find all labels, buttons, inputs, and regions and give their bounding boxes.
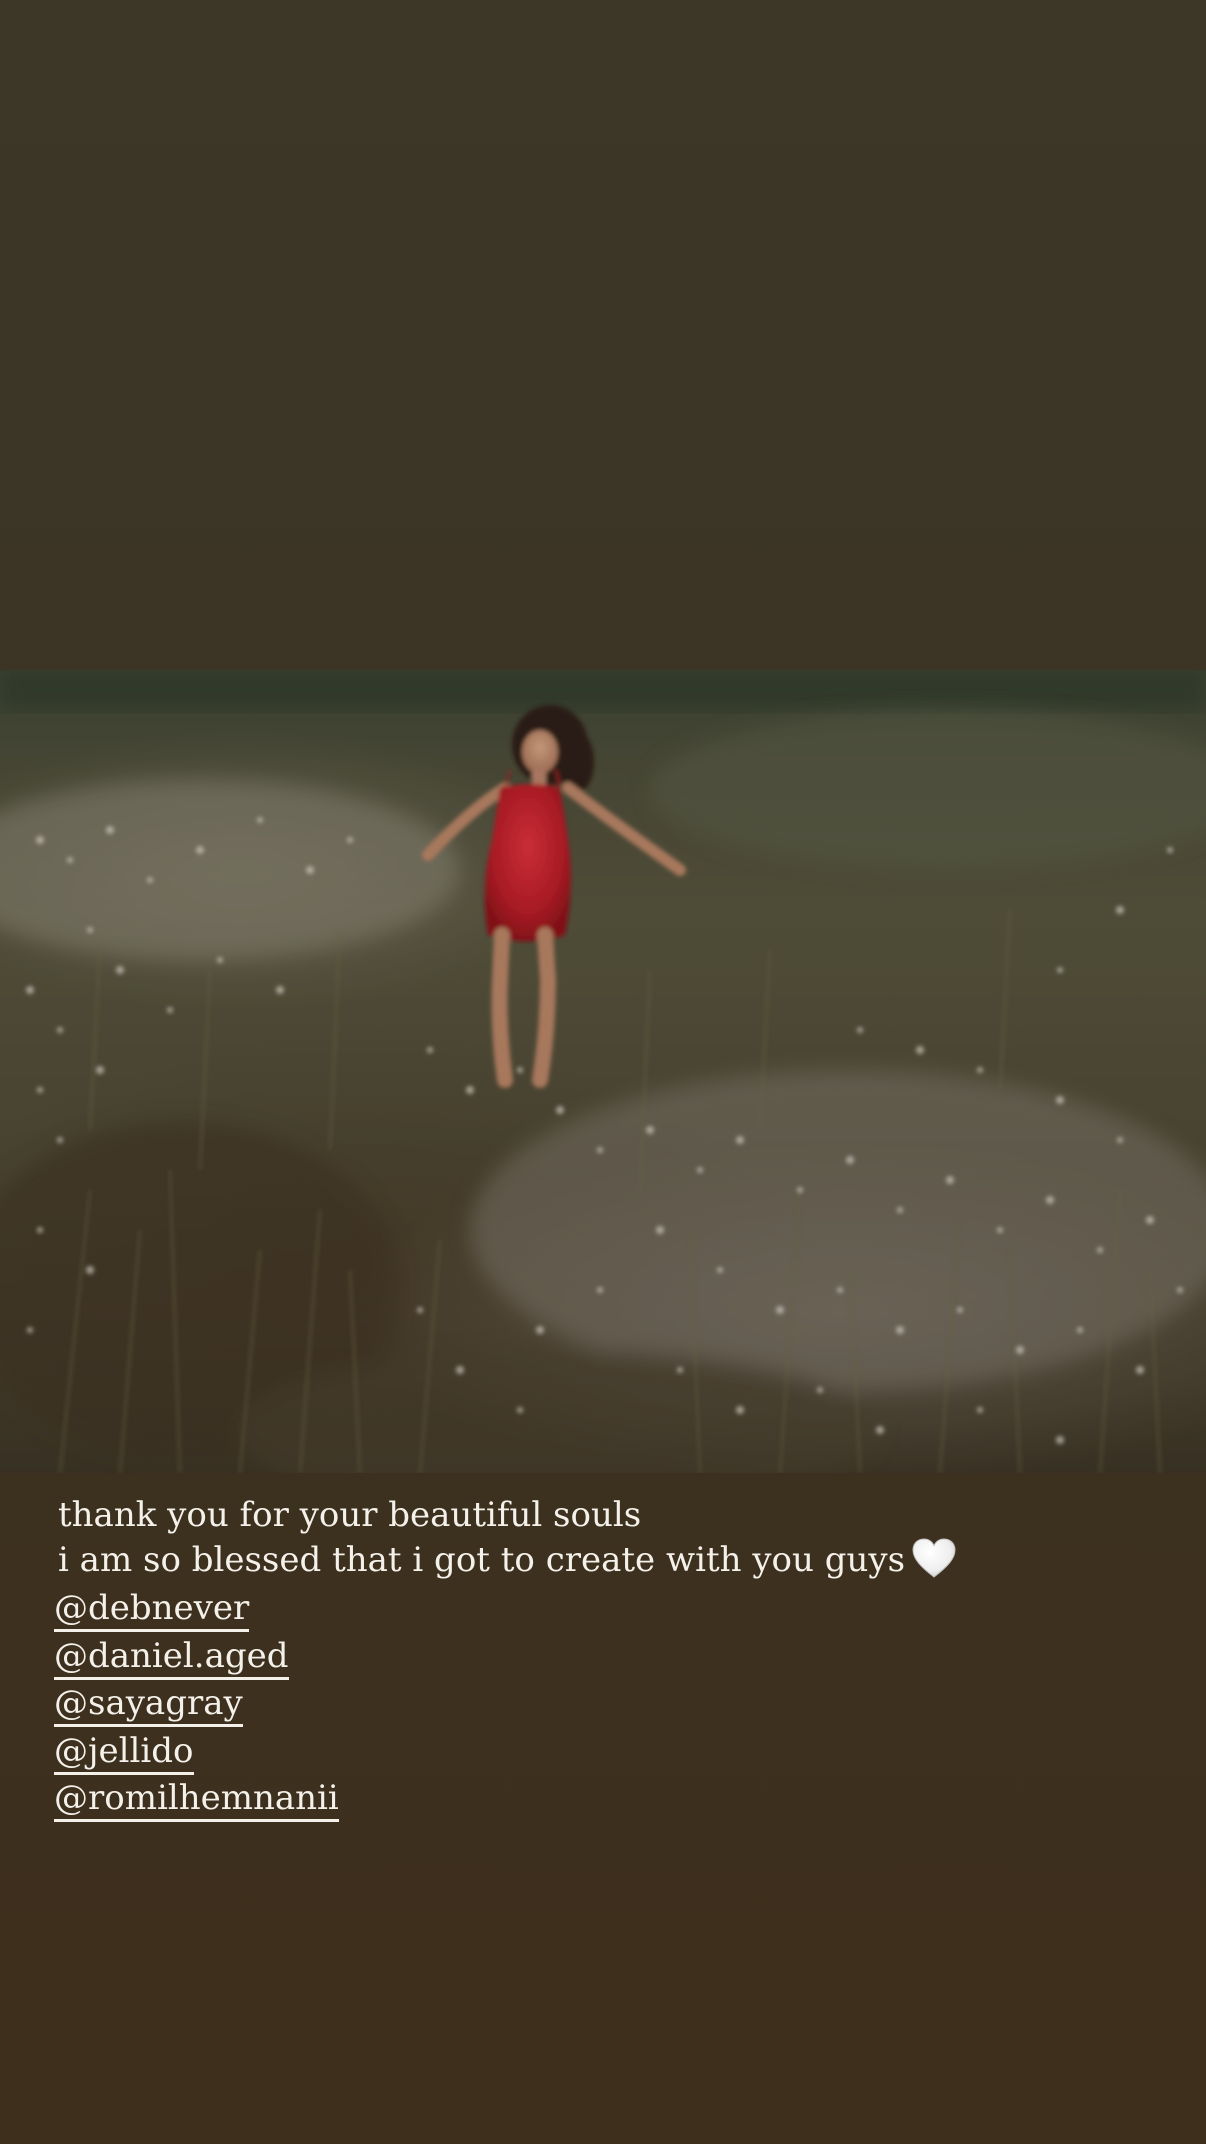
caption-line-2-text: i am so blessed that i got to create wit… xyxy=(58,1540,906,1580)
mention-debnever[interactable]: @debnever xyxy=(54,1588,250,1632)
mention-jellido[interactable]: @jellido xyxy=(54,1731,194,1775)
mentions-list: @debnever @daniel.aged @sayagray @jellid… xyxy=(54,1588,339,1826)
white-heart-icon xyxy=(912,1538,956,1578)
story-photo xyxy=(0,670,1206,1473)
mention-romilhemnanii[interactable]: @romilhemnanii xyxy=(54,1778,339,1822)
mention-daniel-aged[interactable]: @daniel.aged xyxy=(54,1636,289,1680)
field-scene xyxy=(0,670,1206,1473)
caption-line-1: thank you for your beautiful souls xyxy=(58,1495,642,1535)
story-canvas: thank you for your beautiful souls i am … xyxy=(0,0,1206,2144)
mention-sayagray[interactable]: @sayagray xyxy=(54,1683,243,1727)
caption-line-2: i am so blessed that i got to create wit… xyxy=(58,1537,1158,1582)
story-caption: thank you for your beautiful souls i am … xyxy=(58,1493,1158,1582)
